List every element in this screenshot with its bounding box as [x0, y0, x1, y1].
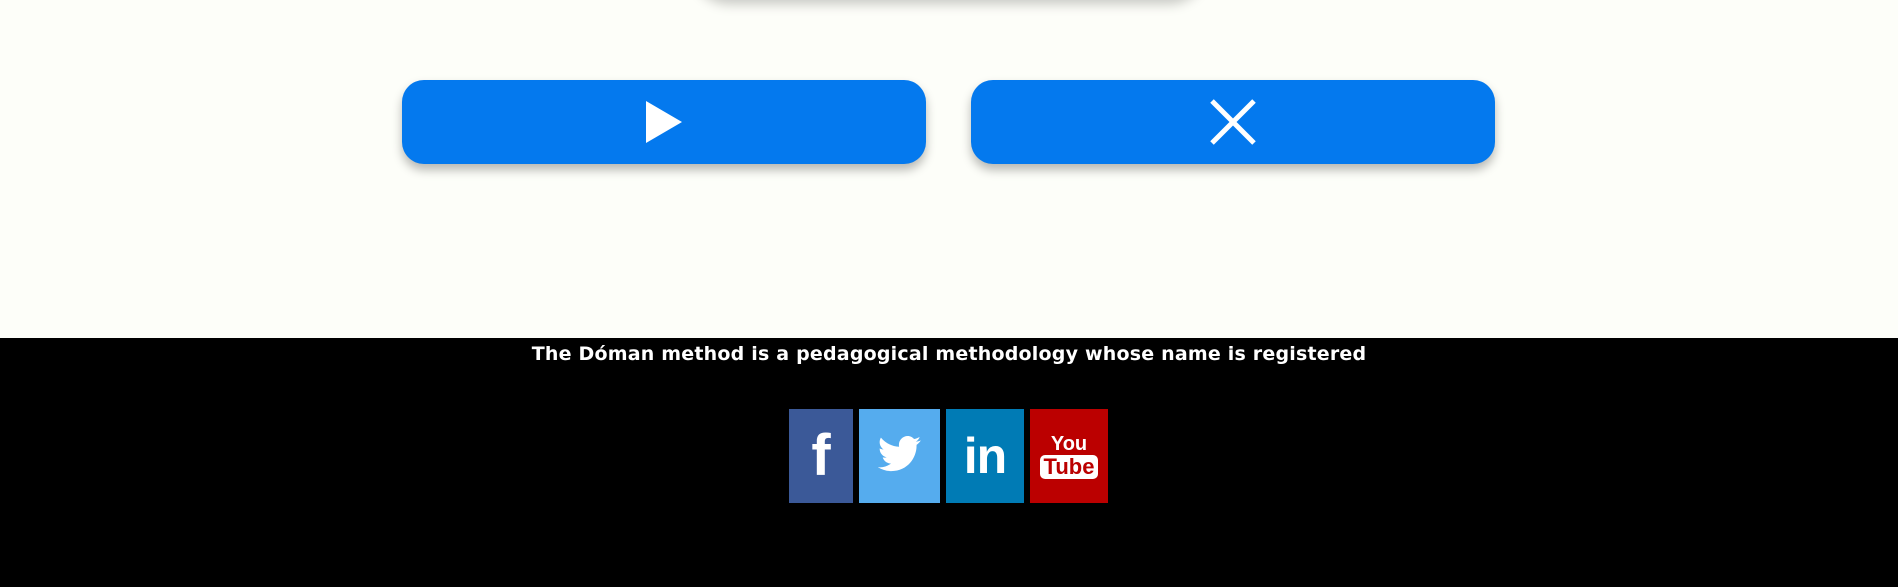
close-icon — [1210, 99, 1256, 145]
footer: The Dóman method is a pedagogical method… — [0, 338, 1898, 587]
linkedin-link[interactable]: in — [946, 409, 1024, 503]
main-content-area — [0, 0, 1898, 338]
facebook-icon: f — [811, 423, 831, 488]
twitter-link[interactable] — [859, 409, 940, 503]
play-button[interactable] — [402, 80, 926, 164]
linkedin-icon: in — [963, 428, 1007, 484]
youtube-link[interactable]: You Tube — [1030, 409, 1108, 503]
youtube-icon-you: You — [1050, 433, 1088, 455]
twitter-icon — [877, 436, 922, 476]
close-button[interactable] — [971, 80, 1495, 164]
youtube-icon-tube: Tube — [1039, 455, 1099, 479]
footer-registration-text: The Dóman method is a pedagogical method… — [531, 343, 1367, 365]
play-icon — [644, 99, 684, 145]
facebook-link[interactable]: f — [789, 409, 853, 503]
youtube-icon: You Tube — [1039, 433, 1099, 479]
